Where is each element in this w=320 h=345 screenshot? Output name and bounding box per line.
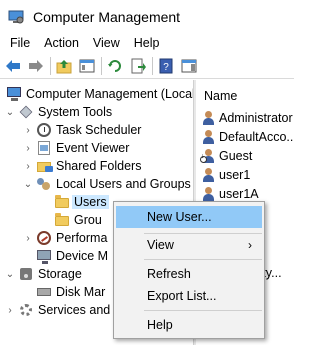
back-arrow-icon[interactable] — [3, 56, 23, 76]
tree-item-groups[interactable]: Grou — [52, 211, 102, 229]
tree-item-system-tools[interactable]: ⌄ System Tools — [4, 103, 112, 121]
export-icon[interactable] — [128, 56, 148, 76]
tree-item-users[interactable]: Users — [52, 193, 109, 211]
menu-bar: File Action View Help — [0, 33, 294, 53]
menu-item-help[interactable]: Help — [116, 314, 262, 336]
list-item[interactable]: Administrator — [200, 109, 293, 127]
user-icon — [200, 110, 216, 126]
computer-management-icon — [8, 9, 24, 25]
disk-icon — [36, 284, 52, 300]
column-header-name[interactable]: Name — [196, 86, 237, 106]
list-item[interactable]: DefaultAcco... — [200, 128, 294, 146]
performance-icon — [36, 230, 52, 246]
toolbar: ? — [0, 53, 294, 79]
chevron-down-icon[interactable]: ⌄ — [22, 175, 34, 193]
clock-icon — [36, 122, 52, 138]
event-viewer-icon — [36, 140, 52, 156]
list-item[interactable]: user1 — [200, 166, 250, 184]
chevron-right-icon[interactable]: › — [22, 229, 34, 247]
tree-item-disk-management[interactable]: Disk Mar — [34, 283, 105, 301]
menu-item-export-list[interactable]: Export List... — [116, 285, 262, 307]
menu-item-refresh[interactable]: Refresh — [116, 263, 262, 285]
show-hide-tree-icon[interactable] — [77, 56, 97, 76]
shared-folder-icon — [36, 158, 53, 174]
device-manager-icon — [36, 248, 52, 264]
refresh-icon[interactable] — [105, 56, 125, 76]
chevron-right-icon: › — [248, 238, 252, 252]
user-icon — [200, 129, 216, 145]
tree-item-event-viewer[interactable]: › Event Viewer — [22, 139, 129, 157]
context-menu: New User... View › Refresh Export List..… — [113, 201, 265, 339]
tree-item-computer-management[interactable]: Computer Management (Local — [4, 85, 193, 103]
menu-separator — [144, 310, 262, 311]
toolbar-separator — [152, 56, 153, 75]
tree-item-services-and-applications[interactable]: › Services and — [4, 301, 110, 319]
chevron-right-icon[interactable]: › — [22, 121, 34, 139]
chevron-right-icon[interactable]: › — [4, 301, 16, 319]
user-icon — [200, 186, 216, 202]
menu-item-view[interactable]: View › — [116, 234, 262, 256]
chevron-down-icon[interactable]: ⌄ — [4, 103, 16, 121]
tree-item-shared-folders[interactable]: › Shared Folders — [22, 157, 141, 175]
title-bar: Computer Management — [0, 0, 294, 33]
show-hide-action-pane-icon[interactable] — [179, 56, 199, 76]
chevron-right-icon[interactable]: › — [22, 139, 34, 157]
svg-text:?: ? — [163, 62, 169, 73]
toolbar-separator — [50, 56, 51, 75]
tree-item-storage[interactable]: ⌄ Storage — [4, 265, 82, 283]
list-item[interactable]: Guest — [200, 147, 252, 165]
folder-icon — [54, 194, 70, 210]
services-icon — [18, 302, 34, 318]
toolbar-separator — [101, 56, 102, 75]
users-groups-icon — [36, 176, 52, 192]
storage-icon — [18, 266, 34, 282]
menu-separator — [144, 259, 262, 260]
tree-item-task-scheduler[interactable]: › Task Scheduler — [22, 121, 141, 139]
tree-item-local-users-and-groups[interactable]: ⌄ Local Users and Groups — [22, 175, 191, 193]
menu-view[interactable]: View — [86, 36, 127, 50]
menu-file[interactable]: File — [0, 36, 37, 50]
up-folder-icon[interactable] — [54, 56, 74, 76]
user-icon — [200, 167, 216, 183]
folder-icon — [54, 212, 70, 228]
chevron-right-icon[interactable]: › — [22, 157, 34, 175]
chevron-down-icon[interactable]: ⌄ — [4, 265, 16, 283]
help-book-icon[interactable]: ? — [156, 56, 176, 76]
forward-arrow-icon[interactable] — [26, 56, 46, 76]
menu-item-new-user[interactable]: New User... — [116, 206, 262, 228]
computer-icon — [6, 86, 22, 102]
menu-help[interactable]: Help — [127, 36, 167, 50]
tree-item-performance[interactable]: › Performa — [22, 229, 107, 247]
user-disabled-icon — [200, 148, 216, 164]
menu-action[interactable]: Action — [37, 36, 86, 50]
tree-item-device-manager[interactable]: Device M — [34, 247, 108, 265]
window-title: Computer Management — [33, 8, 181, 25]
tools-icon — [18, 104, 34, 120]
